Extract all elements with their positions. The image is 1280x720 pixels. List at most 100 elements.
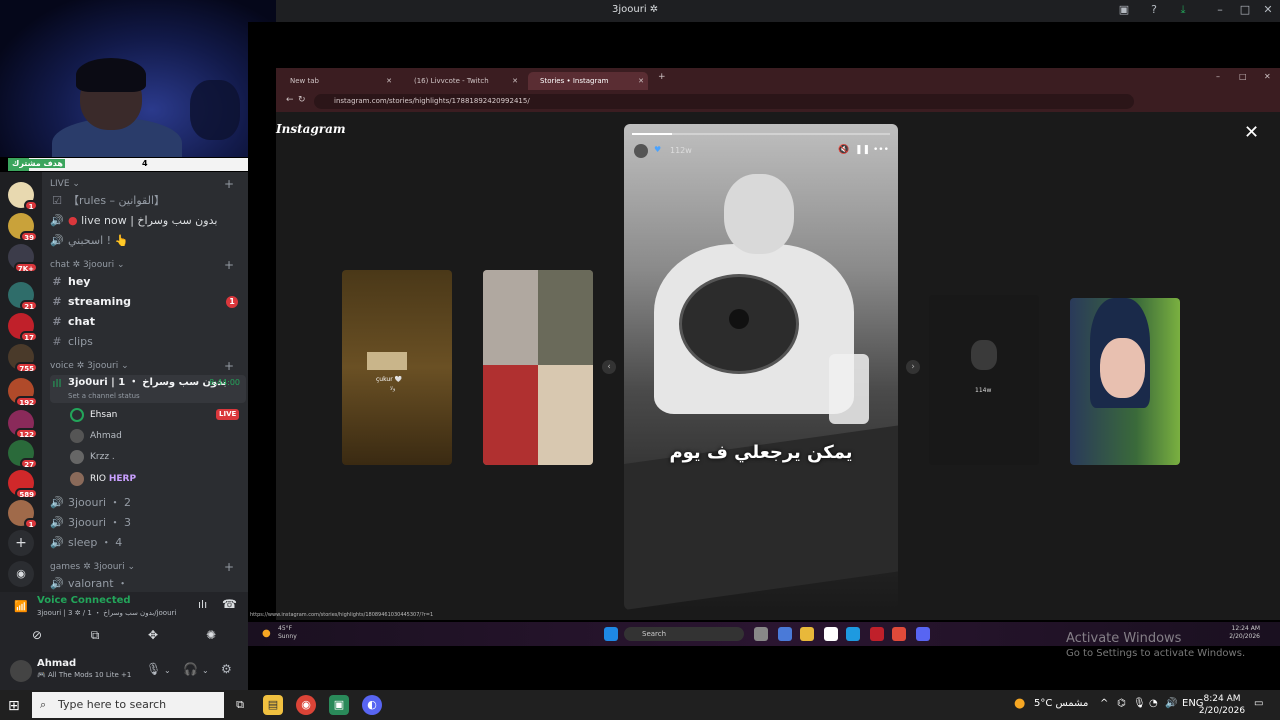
avatar[interactable]: [634, 144, 648, 158]
close-tab-icon[interactable]: ✕: [512, 72, 518, 90]
channel-drag-voice[interactable]: 🔊 اسحبني ! 👆: [50, 231, 246, 251]
discover-icon[interactable]: ◉: [8, 561, 34, 587]
address-bar[interactable]: instagram.com/stories/highlights/1788189…: [314, 94, 1134, 109]
close-tab-icon[interactable]: ✕: [638, 72, 644, 90]
voice-channel-path[interactable]: 3joouri | 3 ✲ / 1 ・ بدون سب وسراخ/joouri: [37, 608, 176, 618]
voice-user[interactable]: RIO HERP: [70, 469, 136, 489]
category-chat[interactable]: chat ✲ 3joouri ⌄ +: [50, 258, 240, 272]
weather-text[interactable]: 5°C مشمس: [1034, 698, 1088, 709]
voice-channel-valorant[interactable]: 🔊 valorant ・: [50, 574, 246, 592]
channel-status[interactable]: Set a channel status: [68, 386, 140, 403]
mute-icon[interactable]: 🔇: [838, 145, 849, 155]
story-thumbnail[interactable]: [1070, 298, 1180, 465]
notifications-icon[interactable]: ▭: [1254, 698, 1263, 709]
channel-live-now[interactable]: 🔊 ● live now | بدون سب وسراخ: [50, 211, 246, 231]
tab-instagram[interactable]: Stories • Instagram ✕: [528, 72, 648, 90]
headphones-icon[interactable]: 🎧: [183, 662, 198, 676]
add-channel-icon[interactable]: +: [224, 560, 234, 574]
channel-clips[interactable]: # clips: [50, 332, 246, 352]
server-icon[interactable]: 192: [8, 378, 38, 407]
disconnect-icon[interactable]: ☎: [222, 597, 237, 611]
noise-suppression-icon[interactable]: ılı: [198, 598, 207, 611]
server-icon[interactable]: 589: [8, 470, 38, 499]
maximize-icon[interactable]: □: [1239, 72, 1247, 81]
settings-gear-icon[interactable]: ⚙: [221, 662, 232, 676]
category-live[interactable]: LIVE ⌄ +: [50, 177, 240, 191]
inbox-icon[interactable]: ▣: [1117, 3, 1131, 17]
close-story-icon[interactable]: ✕: [1244, 122, 1259, 143]
add-server-icon[interactable]: +: [8, 530, 34, 556]
voice-channel-2[interactable]: 🔊 3joouri ・ 2: [50, 493, 246, 513]
taskbar-search[interactable]: ⌕ Type here to search: [32, 692, 224, 718]
server-icon[interactable]: 17: [8, 313, 38, 342]
minimize-icon[interactable]: –: [1216, 72, 1220, 81]
task-view-icon[interactable]: ⧉: [230, 695, 250, 715]
channel-hey[interactable]: # hey: [50, 272, 246, 292]
chevron-down-icon[interactable]: ⌄: [164, 666, 171, 675]
start-icon[interactable]: ⊞: [8, 698, 20, 714]
minimize-icon[interactable]: –: [1213, 3, 1227, 17]
channel-streaming[interactable]: # streaming 1: [50, 292, 246, 312]
voice-user[interactable]: Krzz .: [70, 447, 115, 467]
channel-chat[interactable]: # chat: [50, 312, 246, 332]
server-icon[interactable]: 122: [8, 410, 38, 439]
file-explorer-icon[interactable]: ▤: [263, 695, 283, 715]
camera-off-icon[interactable]: ⊘: [12, 626, 62, 644]
close-icon[interactable]: ✕: [1264, 72, 1271, 81]
add-channel-icon[interactable]: +: [224, 359, 234, 373]
server-icon[interactable]: 755: [8, 344, 38, 373]
more-icon[interactable]: •••: [873, 145, 889, 155]
pause-icon[interactable]: ❚❚: [855, 145, 870, 155]
voice-active-icon: ıll: [52, 377, 62, 390]
server-icon[interactable]: 21: [8, 282, 38, 311]
server-icon[interactable]: 27: [8, 440, 38, 469]
tab-twitch[interactable]: (16) Livvcote - Twitch ✕: [402, 72, 522, 90]
maximize-icon[interactable]: □: [1238, 3, 1252, 17]
category-voice[interactable]: voice ✲ 3joouri ⌄ +: [50, 359, 240, 373]
soundboard-icon[interactable]: ✺: [186, 626, 236, 644]
clock[interactable]: 8:24 AM 2/20/2026: [1198, 693, 1246, 717]
server-icon[interactable]: 1: [8, 500, 38, 529]
tab-new-tab[interactable]: New tab ✕: [278, 72, 396, 90]
instagram-logo[interactable]: Instagram: [276, 122, 346, 136]
story-main[interactable]: ♥ 112w 🔇 ❚❚ ••• يمكن يرجعلي ف يوم: [624, 124, 898, 610]
voice-user[interactable]: Ahmad: [70, 426, 122, 446]
add-channel-icon[interactable]: +: [224, 177, 234, 191]
voice-channel-3[interactable]: 🔊 3joouri ・ 3: [50, 513, 246, 533]
back-icon[interactable]: ←: [286, 95, 294, 105]
category-games[interactable]: games ✲ 3joouri ⌄ +: [50, 560, 240, 574]
close-icon[interactable]: ✕: [1261, 3, 1275, 17]
app-icon[interactable]: ▣: [329, 695, 349, 715]
story-thumbnail[interactable]: 114w: [929, 295, 1039, 465]
voice-channel-sleep[interactable]: 🔊 sleep ・ 4: [50, 533, 246, 553]
microphone-icon[interactable]: 🎙: [1133, 698, 1146, 709]
server-icon[interactable]: 1: [8, 182, 38, 211]
download-icon[interactable]: ⤓: [1176, 3, 1190, 17]
chrome-icon[interactable]: ◉: [296, 695, 316, 715]
close-tab-icon[interactable]: ✕: [386, 72, 392, 90]
help-icon[interactable]: ?: [1147, 3, 1161, 17]
story-thumbnail[interactable]: [483, 270, 593, 465]
network-icon[interactable]: ⌬: [1117, 698, 1126, 709]
previous-story-icon[interactable]: ‹: [602, 360, 616, 374]
next-story-icon[interactable]: ›: [906, 360, 920, 374]
weather-icon[interactable]: ●: [1014, 696, 1025, 711]
new-tab-icon[interactable]: +: [658, 72, 666, 82]
voice-user[interactable]: Ehsan: [70, 405, 117, 425]
server-icon[interactable]: 39: [8, 213, 38, 242]
user-avatar[interactable]: [10, 660, 32, 682]
add-channel-icon[interactable]: +: [224, 258, 234, 272]
reload-icon[interactable]: ↻: [298, 95, 306, 105]
volume-icon[interactable]: 🔊: [1165, 698, 1177, 709]
server-icon[interactable]: 7K+: [8, 244, 38, 273]
wifi-icon[interactable]: ◔: [1149, 698, 1158, 709]
chevron-down-icon[interactable]: ⌄: [202, 666, 209, 675]
microphone-icon[interactable]: 🎙: [146, 662, 161, 676]
channel-rules[interactable]: ☑ 【rules – القوانين】: [50, 191, 246, 211]
activities-icon[interactable]: ✥: [128, 626, 178, 644]
voice-channel-active[interactable]: ıll 3jo0uri | 1 ・ بدون سب وسراخ 8:44:00 S…: [50, 375, 246, 403]
screen-share-icon[interactable]: ⧉: [70, 626, 120, 644]
discord-icon[interactable]: ◐: [362, 695, 382, 715]
chevron-up-icon[interactable]: ^: [1100, 698, 1108, 709]
story-thumbnail[interactable]: çukur 🤍 ولا: [342, 270, 452, 465]
